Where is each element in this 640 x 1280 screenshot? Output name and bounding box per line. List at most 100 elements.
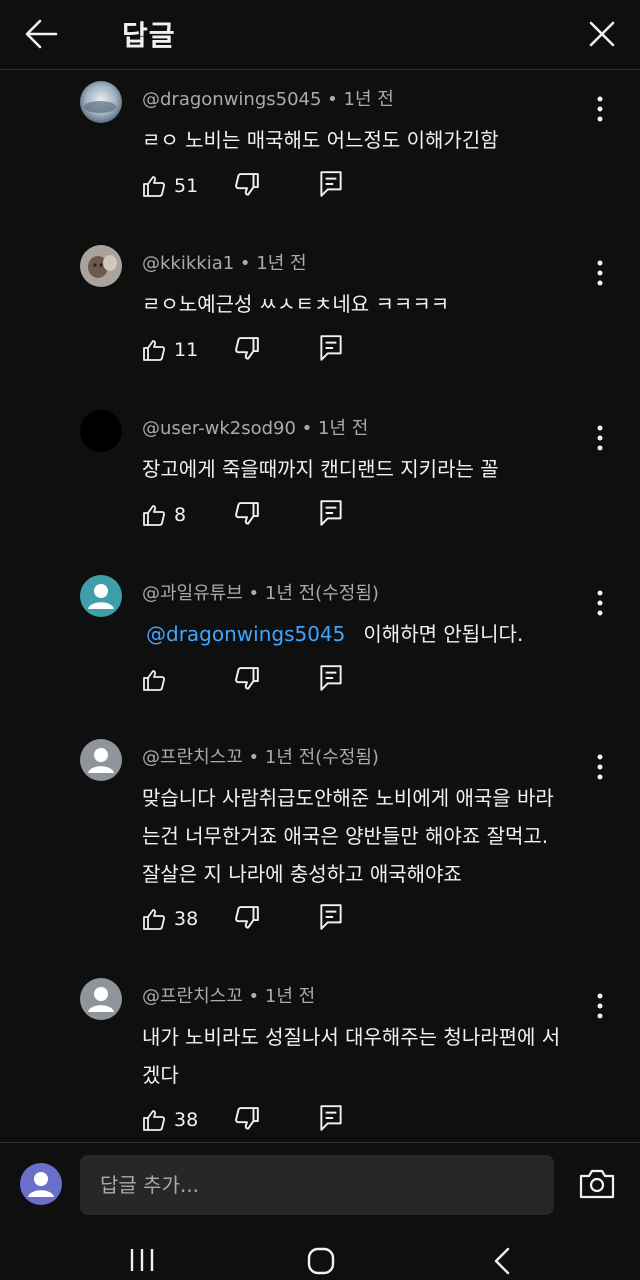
recent-apps-button[interactable] [128, 1246, 156, 1278]
avatar[interactable] [80, 81, 122, 123]
dislike-button[interactable] [234, 498, 264, 532]
avatar-photo [80, 245, 122, 287]
thumb-up-icon [143, 505, 165, 526]
replies-list[interactable]: @dragonwings5045 • 1년 전 ㄹㅇ 노비는 매국해도 어느정도… [0, 70, 640, 1142]
reply-actions: 38 [142, 902, 362, 936]
avatar[interactable] [80, 410, 122, 452]
add-reply-input[interactable] [80, 1155, 554, 1215]
reply-icon [320, 500, 342, 526]
reply-time: 1년 전 [256, 253, 307, 274]
reply-author[interactable]: @과일유튜브 [142, 583, 243, 604]
like-button[interactable]: 38 [142, 1103, 198, 1137]
dislike-button[interactable] [234, 663, 264, 697]
avatar[interactable] [80, 978, 122, 1020]
reply-text: 장고에게 죽을때까지 캔디랜드 지키라는 꼴 [142, 457, 499, 481]
like-button[interactable]: 8 [142, 498, 186, 532]
home-button[interactable] [306, 1246, 336, 1280]
reply-composer [0, 1142, 640, 1230]
more-options-button[interactable] [588, 747, 612, 787]
reply-button[interactable] [318, 169, 348, 203]
reply-meta: @프란치스꼬 • 1년 전(수정됨) [142, 747, 379, 768]
like-count: 51 [174, 175, 199, 197]
reply-icon [320, 335, 342, 361]
like-count: 38 [174, 908, 199, 930]
more-vert-icon [597, 590, 603, 616]
dislike-button[interactable] [234, 169, 264, 203]
like-button[interactable]: 11 [142, 333, 198, 367]
more-options-button[interactable] [588, 253, 612, 293]
more-options-button[interactable] [588, 418, 612, 458]
reply-text: 맞습니다 사람취급도안해준 노비에게 애국을 바라는건 너무한거죠 애국은 양반… [142, 786, 554, 886]
reply-time: 1년 전 [264, 986, 316, 1007]
close-button[interactable] [582, 14, 622, 54]
reply-meta: @프란치스꼬 • 1년 전 [142, 986, 316, 1007]
back-nav-icon [494, 1247, 510, 1275]
back-arrow-icon [25, 19, 58, 49]
thumb-up-icon [143, 670, 165, 691]
thumb-up-icon [143, 340, 165, 361]
reply-button[interactable] [318, 663, 348, 697]
like-button[interactable]: 38 [142, 902, 198, 936]
more-options-button[interactable] [588, 583, 612, 623]
thumb-down-icon [235, 906, 259, 929]
reply-button[interactable] [318, 498, 348, 532]
like-button[interactable]: 51 [142, 169, 198, 203]
reply-actions: 51 [142, 169, 362, 203]
recent-apps-icon [130, 1249, 154, 1271]
default-avatar-icon [88, 584, 114, 609]
reply-actions: 8 [142, 498, 362, 532]
system-back-button[interactable] [490, 1246, 514, 1280]
reply-time: 1년 전 [264, 747, 316, 768]
reply-button[interactable] [318, 1103, 348, 1137]
like-count: 38 [174, 1109, 199, 1131]
more-vert-icon [597, 260, 603, 286]
reply-meta: @dragonwings5045 • 1년 전 [142, 89, 394, 110]
thumb-up-icon [143, 176, 165, 197]
header: 답글 [0, 0, 640, 70]
reply-icon [320, 171, 342, 197]
page-title: 답글 [122, 19, 176, 52]
back-button[interactable] [22, 14, 62, 54]
user-avatar[interactable] [20, 1163, 62, 1205]
reply-author[interactable]: @프란치스꼬 [142, 747, 243, 768]
reply-author[interactable]: @프란치스꼬 [142, 986, 243, 1007]
reply-time: 1년 전 [318, 418, 369, 439]
avatar-photo [80, 81, 122, 123]
more-options-button[interactable] [588, 89, 612, 129]
reply-author[interactable]: @dragonwings5045 [142, 89, 321, 110]
avatar[interactable] [80, 575, 122, 617]
dislike-button[interactable] [234, 902, 264, 936]
like-button[interactable] [142, 663, 174, 697]
reply-edited: (수정됨) [315, 747, 379, 768]
system-nav-bar [0, 1230, 640, 1280]
thumb-down-icon [235, 667, 259, 690]
reply-text: ㄹㅇ노예근성 ㅆㅅㅌㅊ네요 ㅋㅋㅋㅋ [142, 292, 450, 316]
dislike-button[interactable] [234, 1103, 264, 1137]
more-options-button[interactable] [588, 986, 612, 1026]
dislike-button[interactable] [234, 333, 264, 367]
reply-text: @dragonwings5045 이해하면 안됩니다. [146, 615, 586, 653]
reply-author[interactable]: @user-wk2sod90 [142, 418, 296, 439]
reply-icon [320, 1105, 342, 1131]
reply-time: 1년 전 [343, 89, 394, 110]
thumb-down-icon [235, 1107, 259, 1130]
reply-meta: @kkikkia1 • 1년 전 [142, 253, 307, 274]
reply-text: 내가 노비라도 성질나서 대우해주는 청나라편에 서겠다 [142, 1025, 561, 1087]
more-vert-icon [597, 425, 603, 451]
default-avatar-icon [88, 987, 114, 1012]
reply-time: 1년 전 [264, 583, 316, 604]
reply-icon [320, 665, 342, 691]
avatar[interactable] [80, 245, 122, 287]
more-vert-icon [597, 96, 603, 122]
mention-link[interactable]: @dragonwings5045 [146, 622, 345, 646]
reply-edited: (수정됨) [315, 583, 379, 604]
camera-button[interactable] [578, 1165, 616, 1203]
camera-icon [579, 1169, 615, 1199]
reply-button[interactable] [318, 902, 348, 936]
reply-actions: 11 [142, 333, 362, 367]
home-icon [307, 1247, 335, 1275]
thumb-down-icon [235, 502, 259, 525]
reply-button[interactable] [318, 333, 348, 367]
reply-author[interactable]: @kkikkia1 [142, 253, 234, 274]
avatar[interactable] [80, 739, 122, 781]
